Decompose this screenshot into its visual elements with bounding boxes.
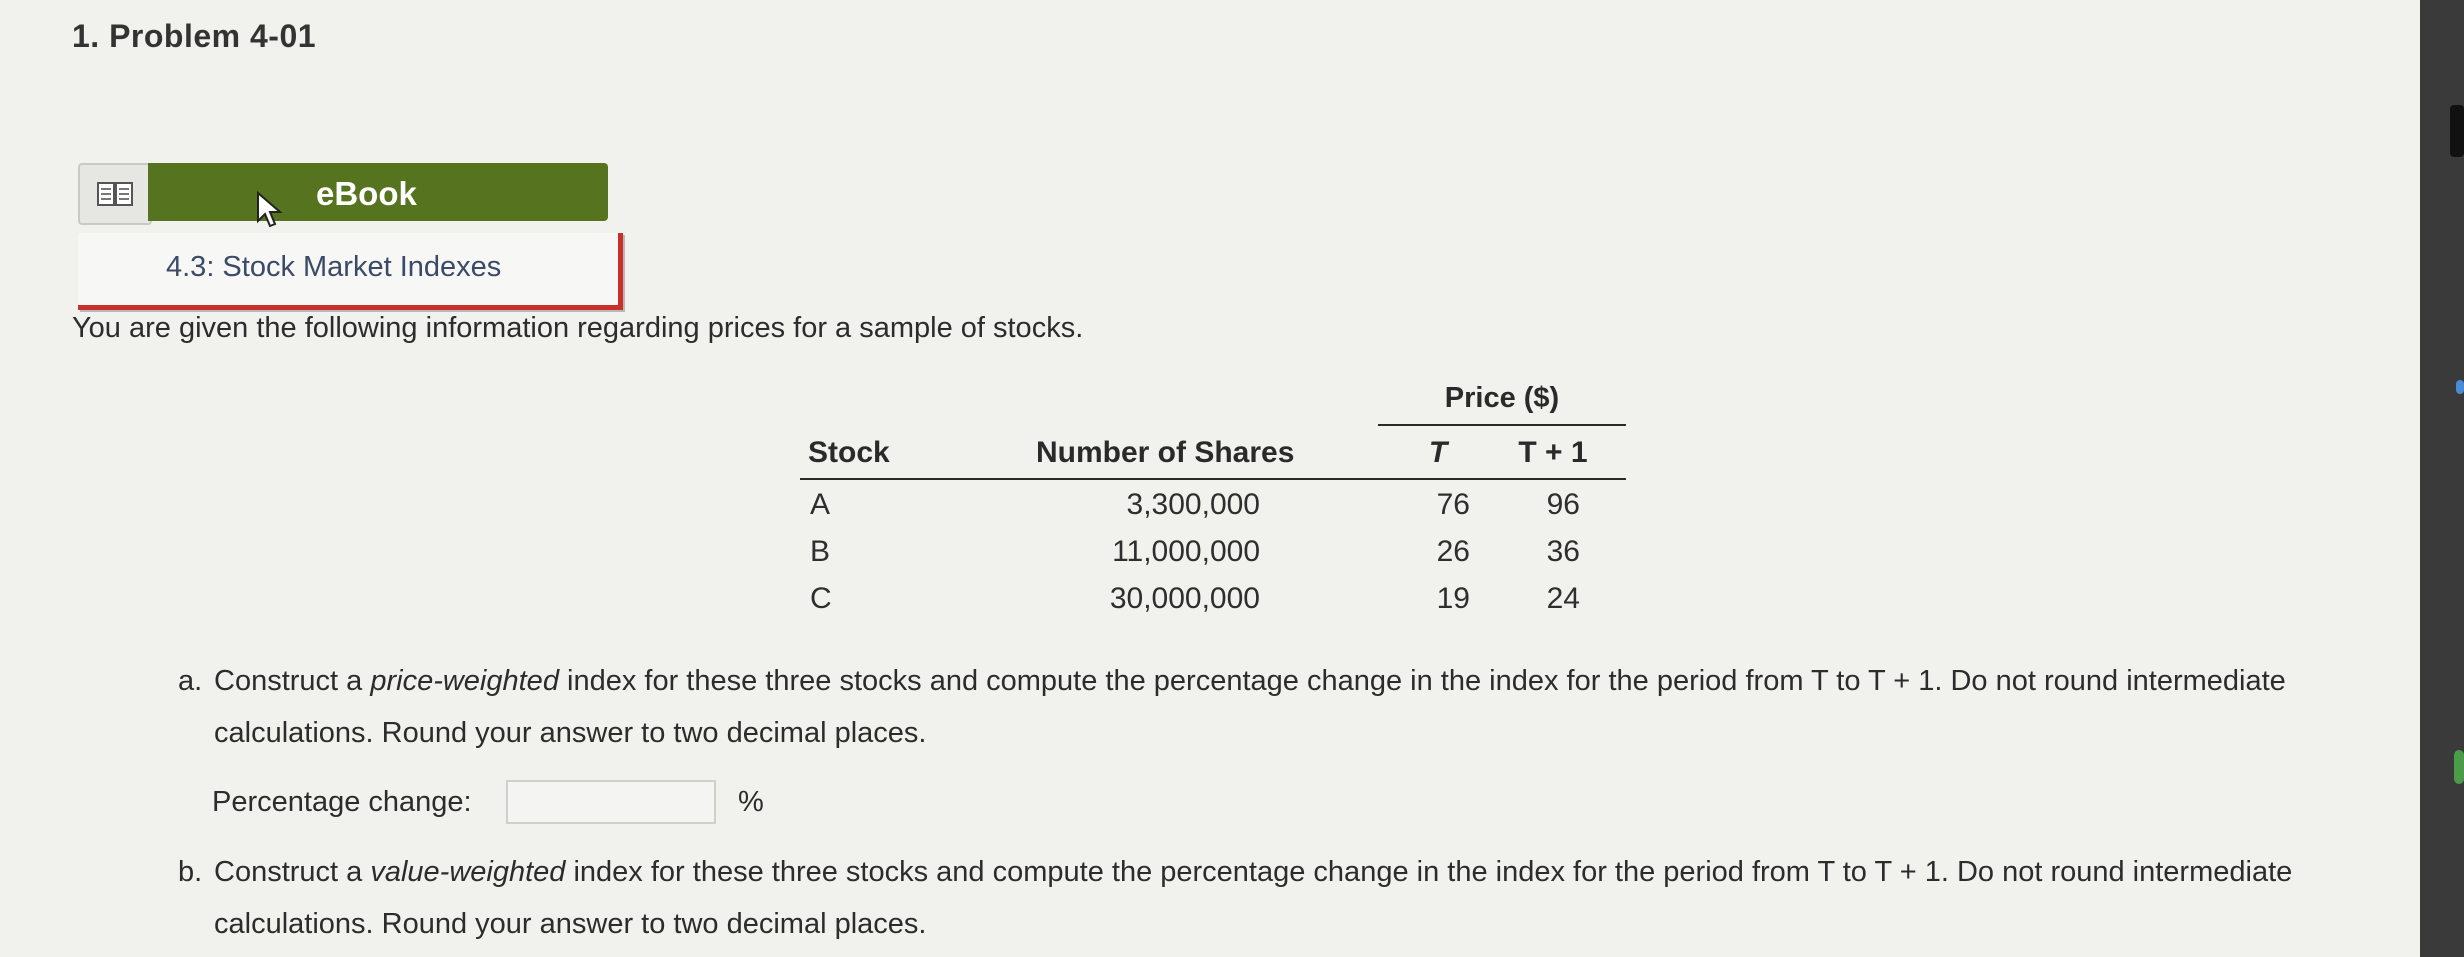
price-header-rule	[1378, 424, 1626, 426]
cell-shares: 3,300,000	[1126, 488, 1260, 521]
intro-text: You are given the following information …	[72, 312, 1084, 344]
ebook-icon-button[interactable]	[78, 163, 152, 225]
page: 1. Problem 4-01 eBook 4.3: Stock Market …	[0, 0, 2420, 957]
header-t: T	[1428, 436, 1448, 469]
question-a-emphasis: price-weighted	[370, 665, 559, 697]
table-row: B 11,000,000 26 36	[800, 535, 1626, 581]
percentage-change-input[interactable]	[506, 780, 716, 824]
cell-shares: 11,000,000	[1112, 535, 1260, 568]
cell-price-t: 26	[1436, 535, 1470, 568]
edge-indicator	[2454, 750, 2464, 784]
edge-handle	[2450, 105, 2464, 157]
cell-price-t1: 36	[1546, 535, 1580, 568]
cell-price-t: 19	[1436, 582, 1470, 615]
question-b-emphasis: value-weighted	[370, 856, 566, 888]
header-stock: Stock	[808, 436, 890, 469]
header-rule	[800, 478, 1626, 480]
table-row: A 3,300,000 76 96	[800, 488, 1626, 534]
cell-shares: 30,000,000	[1109, 582, 1260, 615]
cell-stock: B	[810, 535, 831, 568]
table-header-row: Stock Number of Shares T T + 1	[800, 436, 1626, 480]
cell-price-t1: 24	[1546, 582, 1580, 615]
question-a-pre: Construct a	[214, 665, 371, 697]
percentage-change-label: Percentage change:	[212, 786, 472, 818]
header-shares: Number of Shares	[1036, 436, 1295, 469]
question-a-letter: a.	[178, 665, 203, 697]
cell-price-t1: 96	[1546, 488, 1580, 521]
mouse-pointer-icon	[257, 191, 283, 228]
question-b-pre: Construct a	[214, 856, 371, 888]
question-b-text: Construct a value-weighted index for the…	[214, 846, 2374, 950]
cell-price-t: 76	[1436, 488, 1470, 521]
percent-unit: %	[738, 786, 764, 818]
edge-indicator	[2456, 380, 2464, 394]
ebook-button[interactable]: eBook	[148, 163, 608, 228]
problem-title: 1. Problem 4-01	[72, 18, 317, 54]
ebook-section-label: 4.3: Stock Market Indexes	[166, 251, 502, 283]
cell-stock: C	[810, 582, 832, 615]
table-row: C 30,000,000 19 24	[800, 582, 1626, 628]
price-group-header: Price ($)	[1444, 382, 1560, 414]
window-edge	[2420, 0, 2464, 957]
question-b-letter: b.	[178, 856, 203, 888]
ebook-section-link[interactable]: 4.3: Stock Market Indexes	[78, 233, 623, 310]
header-t1: T + 1	[1518, 436, 1588, 469]
question-a-text: Construct a price-weighted index for the…	[214, 655, 2374, 759]
open-book-icon	[97, 182, 133, 206]
cell-stock: A	[810, 488, 831, 521]
ebook-label: eBook	[316, 175, 417, 212]
